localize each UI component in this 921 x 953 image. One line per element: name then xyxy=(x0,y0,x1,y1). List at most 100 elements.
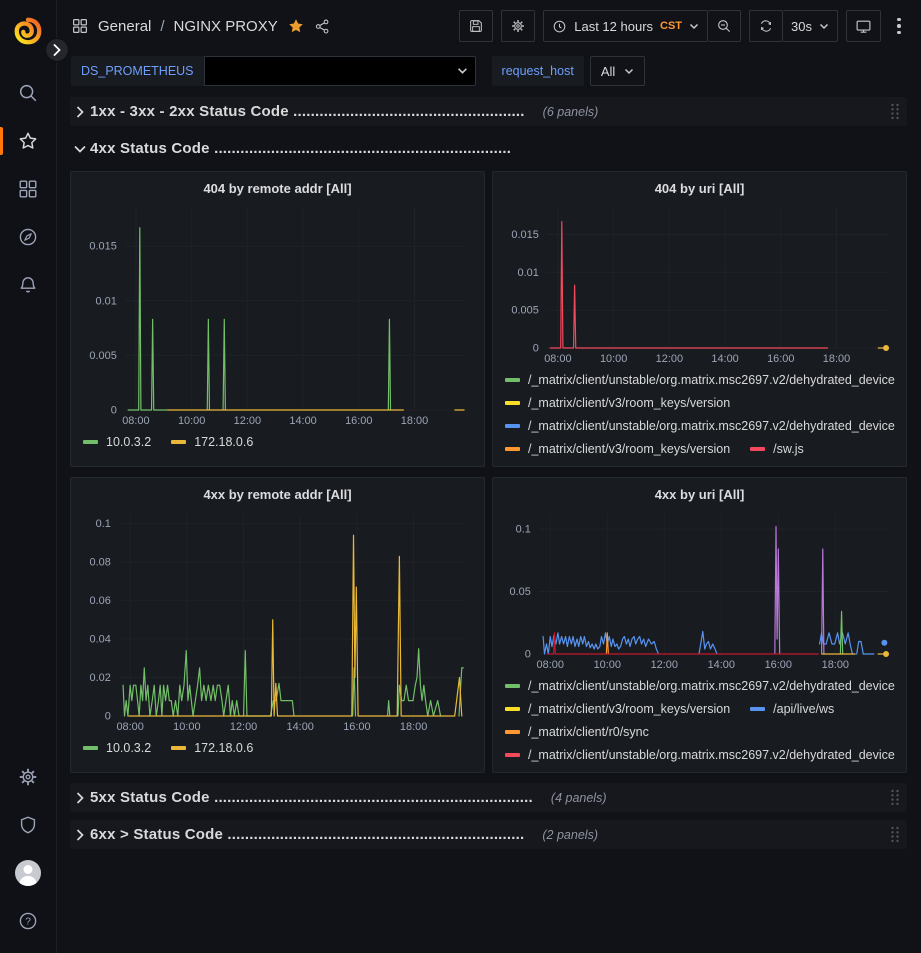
legend-swatch-icon xyxy=(505,401,520,405)
row-header-4xx[interactable]: 4xx Status Code ........................… xyxy=(70,134,907,163)
legend-item[interactable]: /_matrix/client/unstable/org.matrix.msc2… xyxy=(505,373,895,387)
row-drag-handle[interactable] xyxy=(890,789,900,806)
tv-mode-button[interactable] xyxy=(846,10,881,42)
svg-text:16:00: 16:00 xyxy=(765,659,792,671)
time-range-picker[interactable]: Last 12 hours CST xyxy=(543,10,708,42)
sidebar-item-server-admin[interactable] xyxy=(0,801,56,849)
legend-row: 10.0.3.2 172.18.0.6 xyxy=(83,430,474,453)
chevron-right-icon xyxy=(53,44,61,56)
request-host-variable-select[interactable]: All xyxy=(590,56,645,86)
request-host-variable: request_host All xyxy=(492,56,646,86)
gear-icon xyxy=(17,766,39,788)
legend-item[interactable]: /api/live/ws xyxy=(750,702,834,716)
svg-text:18:00: 18:00 xyxy=(823,353,850,365)
request-host-value: All xyxy=(601,64,615,79)
refresh-interval-picker[interactable]: 30s xyxy=(783,10,838,42)
legend-item[interactable]: 172.18.0.6 xyxy=(171,435,253,449)
timeseries-chart[interactable]: 00.020.040.060.080.108:0010:0012:0014:00… xyxy=(81,505,474,733)
svg-text:0: 0 xyxy=(105,710,111,722)
legend-swatch-icon xyxy=(505,707,520,711)
sidebar-item-configuration[interactable] xyxy=(0,753,56,801)
legend-label: /sw.js xyxy=(773,442,804,456)
breadcrumb-divider: / xyxy=(160,18,164,35)
legend-row: /_matrix/client/unstable/org.matrix.msc2… xyxy=(505,743,896,762)
save-dashboard-button[interactable] xyxy=(459,10,493,42)
chevron-down-icon xyxy=(70,143,90,155)
legend-swatch-icon xyxy=(505,753,520,757)
refresh-button[interactable] xyxy=(749,10,783,42)
legend-label: 10.0.3.2 xyxy=(106,741,151,755)
legend-swatch-icon xyxy=(83,440,98,444)
legend-item[interactable]: /_matrix/client/v3/room_keys/version xyxy=(505,396,730,410)
zoom-out-time-button[interactable] xyxy=(708,10,741,42)
legend-row: 10.0.3.2 172.18.0.6 xyxy=(83,736,474,759)
main-area: General / NGINX PROXY xyxy=(57,0,921,953)
svg-text:0.01: 0.01 xyxy=(96,295,117,307)
chevron-right-icon xyxy=(70,829,90,841)
row-header-5xx[interactable]: 5xx Status Code ........................… xyxy=(70,783,907,812)
svg-text:0: 0 xyxy=(533,342,539,354)
row-drag-handle[interactable] xyxy=(890,826,900,843)
gear-icon xyxy=(510,18,526,34)
legend-item[interactable]: 172.18.0.6 xyxy=(171,741,253,755)
kebab-icon xyxy=(897,24,901,28)
more-options-button[interactable] xyxy=(889,10,909,42)
legend-item[interactable]: 10.0.3.2 xyxy=(83,741,151,755)
sidebar-item-help[interactable]: ? xyxy=(0,897,56,945)
dashboards-grid-icon xyxy=(17,178,39,200)
legend-item[interactable]: /_matrix/client/r0/sync xyxy=(505,725,649,739)
panel-title[interactable]: 4xx by uri [All] xyxy=(503,485,896,505)
svg-text:14:00: 14:00 xyxy=(708,659,735,671)
row-drag-handle[interactable] xyxy=(890,103,900,120)
datasource-variable-select[interactable] xyxy=(204,56,476,86)
panel-title[interactable]: 404 by remote addr [All] xyxy=(81,179,474,199)
svg-text:0: 0 xyxy=(111,404,117,416)
row-panel-count: (2 panels) xyxy=(542,828,598,842)
datasource-variable: DS_PROMETHEUS xyxy=(71,56,476,86)
svg-text:0.06: 0.06 xyxy=(90,595,111,607)
panel-title[interactable]: 404 by uri [All] xyxy=(503,179,896,199)
sidebar-item-starred[interactable] xyxy=(0,117,56,165)
timeseries-chart[interactable]: 00.050.108:0010:0012:0014:0016:0018:00 xyxy=(503,505,896,671)
legend-row: /_matrix/client/unstable/org.matrix.msc2… xyxy=(505,414,896,437)
share-icon[interactable] xyxy=(314,18,331,35)
grafana-logo-icon xyxy=(13,16,43,46)
svg-text:12:00: 12:00 xyxy=(656,353,683,365)
legend-item[interactable]: 10.0.3.2 xyxy=(83,435,151,449)
legend-label: 172.18.0.6 xyxy=(194,435,253,449)
legend-item[interactable]: /sw.js xyxy=(750,442,804,456)
row-header-6xx[interactable]: 6xx > Status Code ......................… xyxy=(70,820,907,849)
row-header-1xx[interactable]: 1xx - 3xx - 2xx Status Code ............… xyxy=(70,97,907,126)
svg-text:12:00: 12:00 xyxy=(230,721,257,733)
legend-swatch-icon xyxy=(505,730,520,734)
breadcrumb-section[interactable]: General xyxy=(98,18,151,35)
panel-title[interactable]: 4xx by remote addr [All] xyxy=(81,485,474,505)
legend-swatch-icon xyxy=(83,746,98,750)
legend-swatch-icon xyxy=(505,447,520,451)
sidebar-item-explore[interactable] xyxy=(0,213,56,261)
sidebar-item-alerting[interactable] xyxy=(0,261,56,309)
svg-text:?: ? xyxy=(25,917,31,928)
legend-label: /_matrix/client/unstable/org.matrix.msc2… xyxy=(528,679,895,693)
favorite-star-icon[interactable] xyxy=(287,17,305,35)
legend-item[interactable]: /_matrix/client/unstable/org.matrix.msc2… xyxy=(505,748,895,762)
timeseries-chart[interactable]: 00.0050.010.01508:0010:0012:0014:0016:00… xyxy=(503,199,896,365)
page-title[interactable]: NGINX PROXY xyxy=(174,18,278,35)
dashboard-settings-button[interactable] xyxy=(501,10,535,42)
legend-item[interactable]: /_matrix/client/unstable/org.matrix.msc2… xyxy=(505,419,895,433)
panel-legend: /_matrix/client/unstable/org.matrix.msc2… xyxy=(503,368,896,456)
dashboard-canvas: 1xx - 3xx - 2xx Status Code ............… xyxy=(57,90,921,953)
svg-text:12:00: 12:00 xyxy=(234,415,261,427)
legend-row: /_matrix/client/unstable/org.matrix.msc2… xyxy=(505,674,896,697)
legend-label: /_matrix/client/unstable/org.matrix.msc2… xyxy=(528,748,895,762)
dashboard-header: General / NGINX PROXY xyxy=(57,0,921,52)
legend-item[interactable]: /_matrix/client/v3/room_keys/version xyxy=(505,442,730,456)
sidebar-item-dashboards[interactable] xyxy=(0,165,56,213)
sidebar-expand-button[interactable] xyxy=(45,38,69,62)
legend-item[interactable]: /_matrix/client/unstable/org.matrix.msc2… xyxy=(505,679,895,693)
panel-404-by-uri: 404 by uri [All] 00.0050.010.01508:0010:… xyxy=(492,171,907,467)
sidebar-item-search[interactable] xyxy=(0,69,56,117)
sidebar-item-profile[interactable] xyxy=(0,849,56,897)
timeseries-chart[interactable]: 00.0050.010.01508:0010:0012:0014:0016:00… xyxy=(81,199,474,427)
legend-item[interactable]: /_matrix/client/v3/room_keys/version xyxy=(505,702,730,716)
